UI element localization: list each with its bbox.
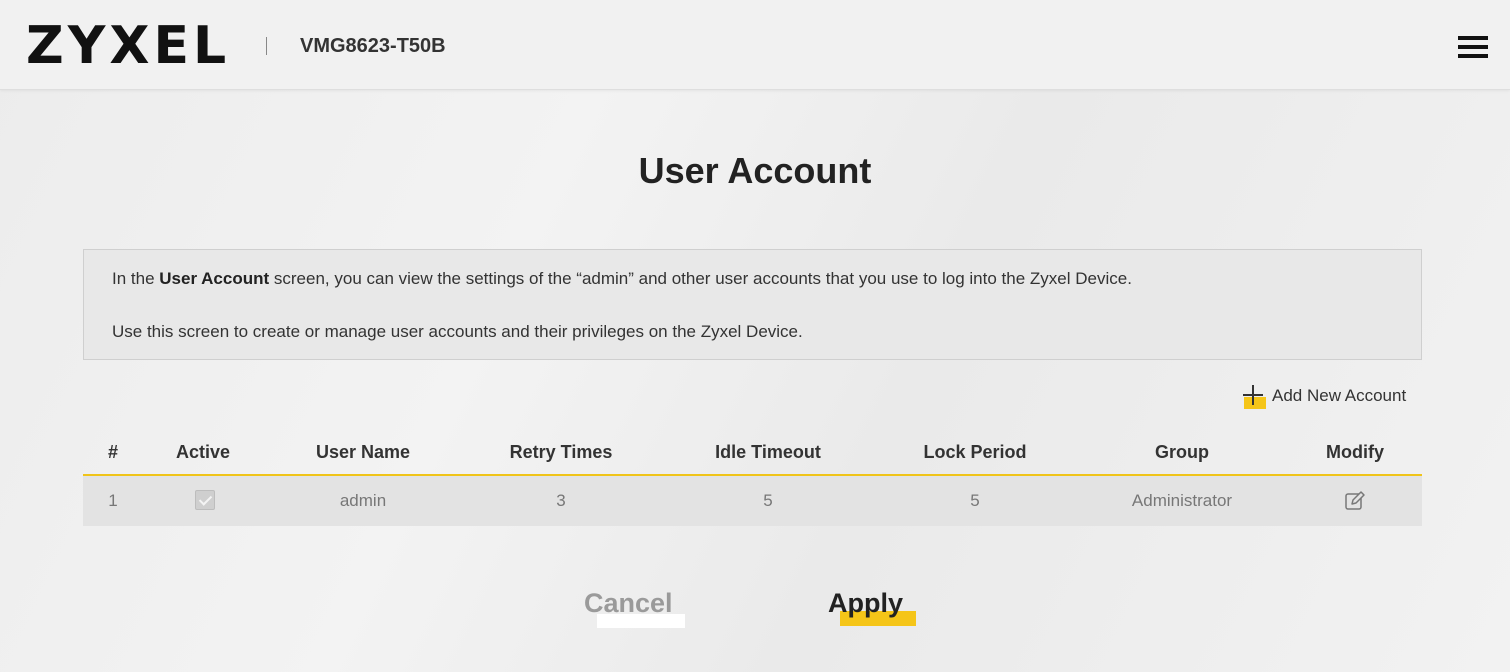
col-header-active: Active <box>175 442 231 462</box>
info-line-2: Use this screen to create or manage user… <box>112 322 803 341</box>
col-header-lock-period: Lock Period <box>923 442 1027 462</box>
col-header-index: # <box>107 442 118 462</box>
cell-group: Administrator <box>1131 491 1233 510</box>
device-model: VMG8623-T50B <box>300 35 446 57</box>
cell-lock-period: 5 <box>970 491 980 510</box>
add-new-account-label: Add New Account <box>1272 386 1407 405</box>
cell-user-name: admin <box>339 491 387 510</box>
hamburger-menu-icon[interactable] <box>1458 36 1488 58</box>
col-header-group: Group <box>1155 442 1209 462</box>
info-box: In the User Account screen, you can view… <box>83 249 1422 360</box>
info-bold-term: User Account <box>159 269 270 288</box>
cell-index: 1 <box>108 491 118 510</box>
zyxel-logo[interactable]: ZYXEL <box>26 18 230 74</box>
user-account-table: # Active User Name Retry Times Idle Time… <box>83 430 1422 526</box>
cancel-button[interactable]: Cancel <box>584 588 673 619</box>
col-header-retry-times: Retry Times <box>509 442 613 462</box>
col-header-idle-timeout: Idle Timeout <box>715 442 821 462</box>
plus-icon <box>1242 383 1266 409</box>
header-divider <box>266 37 267 55</box>
cell-idle-timeout: 5 <box>763 491 773 510</box>
active-checkbox[interactable] <box>195 490 215 510</box>
table-row: 1 admin 3 5 5 Administrator <box>83 476 1422 526</box>
table-header: # Active User Name Retry Times Idle Time… <box>83 430 1422 476</box>
info-line-1: In the User Account screen, you can view… <box>112 269 1132 288</box>
edit-icon[interactable] <box>1344 490 1366 512</box>
apply-button[interactable]: Apply <box>828 588 903 619</box>
add-new-account-button[interactable]: Add New Account <box>1242 383 1406 409</box>
cell-retry-times: 3 <box>556 491 566 510</box>
col-header-user-name: User Name <box>315 442 411 462</box>
col-header-modify: Modify <box>1326 442 1384 462</box>
top-header: ZYXEL VMG8623-T50B <box>0 0 1510 90</box>
page-title: User Account <box>638 150 872 191</box>
